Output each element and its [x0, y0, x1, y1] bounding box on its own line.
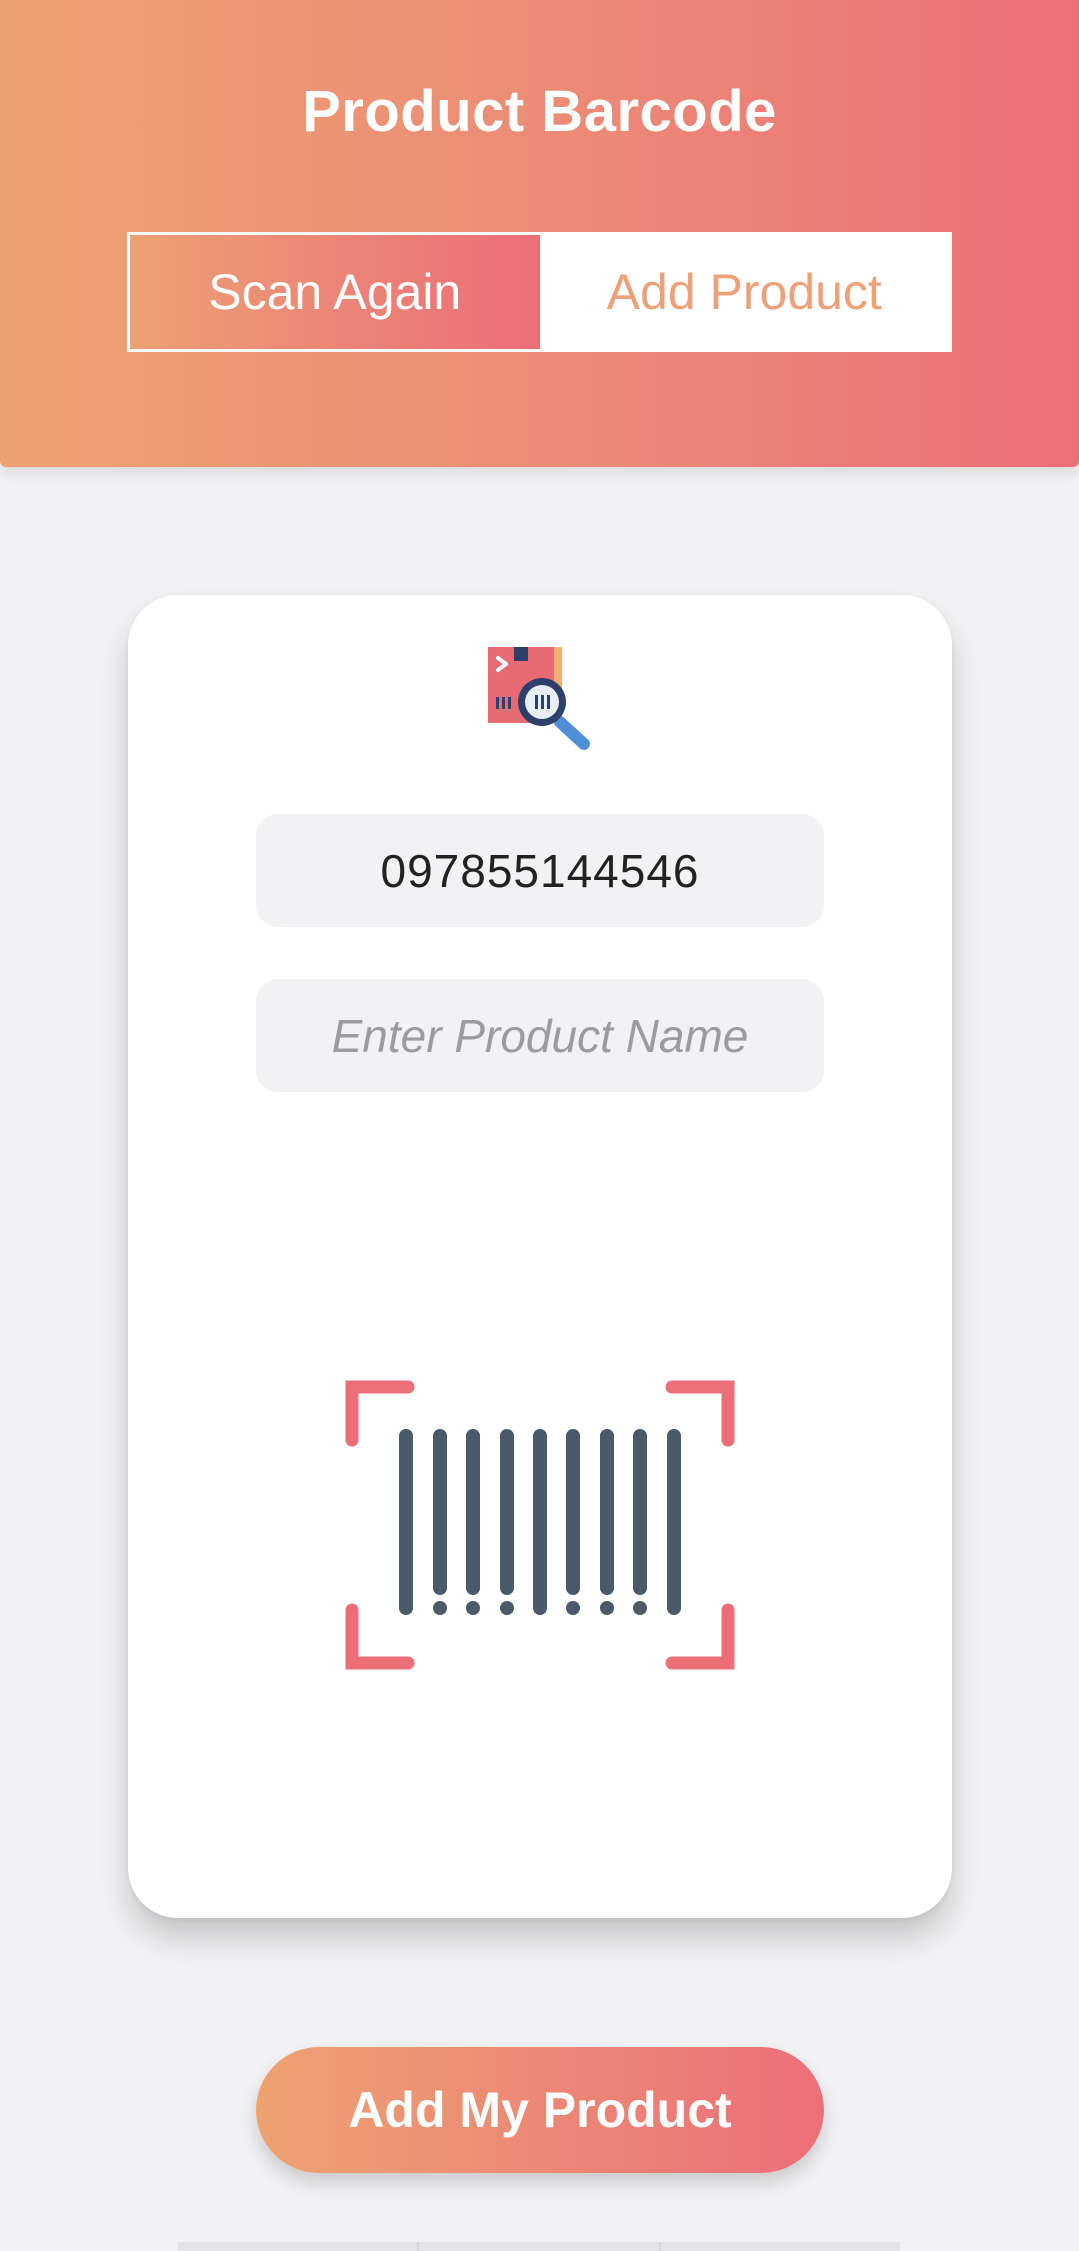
tab-scan-again[interactable]: Scan Again	[130, 235, 540, 349]
bottom-tab[interactable]	[419, 2242, 661, 2251]
barcode-scan-icon	[345, 1380, 735, 1670]
barcode-field[interactable]	[256, 814, 824, 927]
page-title: Product Barcode	[302, 79, 777, 144]
bottom-tab[interactable]	[178, 2242, 420, 2251]
product-search-icon	[488, 647, 590, 750]
add-my-product-button[interactable]: Add My Product	[256, 2047, 824, 2173]
segmented-control: Scan Again Add Product	[127, 232, 952, 352]
tab-add-product[interactable]: Add Product	[539, 235, 949, 349]
product-card	[128, 595, 952, 1918]
bottom-tab[interactable]	[660, 2242, 900, 2251]
bottom-tab-bar	[178, 2242, 900, 2251]
header-bar: Product Barcode Scan Again Add Product	[0, 0, 1079, 467]
product-name-field[interactable]	[256, 979, 824, 1092]
